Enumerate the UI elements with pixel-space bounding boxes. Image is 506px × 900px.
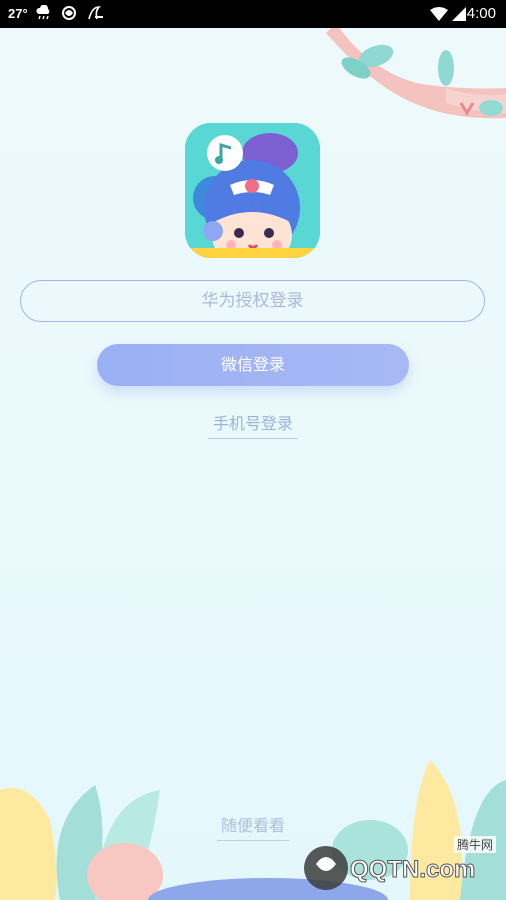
watermark-site-name: 腾牛网 [453, 836, 496, 853]
phone-login-link[interactable]: 手机号登录 [208, 412, 298, 439]
app-logo-icon [86, 5, 104, 21]
wechat-login-button[interactable]: 微信登录 [97, 344, 409, 386]
status-bar: 27° 4:00 [0, 0, 506, 28]
app-logo [185, 123, 320, 258]
signal-icon [452, 7, 466, 24]
watermark-brand: QQTN.com [349, 856, 476, 884]
rain-cloud-icon [35, 4, 53, 21]
decorative-branch [326, 28, 506, 119]
wifi-icon [430, 7, 448, 24]
temperature: 27° [8, 6, 28, 21]
clock: 4:00 [466, 5, 496, 22]
browse-as-guest-link[interactable]: 随便看看 [217, 814, 289, 841]
huawei-login-button[interactable]: 华为授权登录 [20, 280, 485, 322]
app-notification-icon [60, 5, 78, 21]
watermark: QQTN.com 腾牛网 [298, 834, 498, 894]
